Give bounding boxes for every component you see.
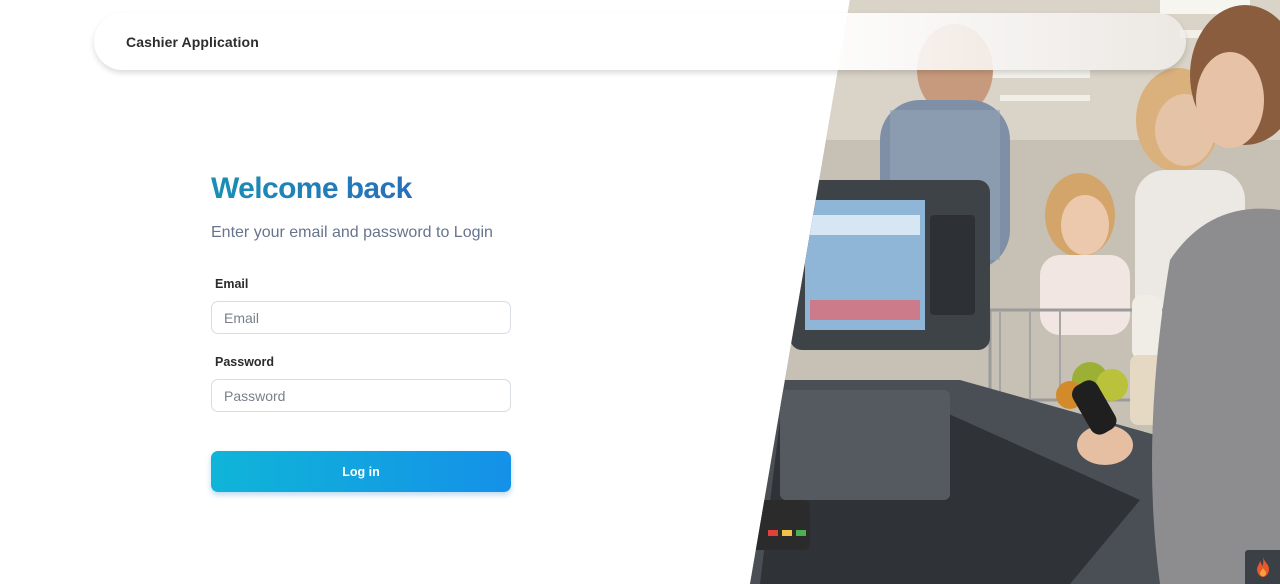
welcome-title: Welcome back	[211, 172, 511, 206]
login-form: Welcome back Enter your email and passwo…	[211, 172, 511, 492]
login-page: Cashier Application Welcome back Enter y…	[0, 0, 1280, 584]
flame-icon	[1256, 557, 1269, 577]
email-input[interactable]	[211, 301, 511, 334]
checkout-photo	[750, 0, 1280, 584]
checkout-photo-illustration	[750, 0, 1280, 584]
login-button[interactable]: Log in	[211, 451, 511, 492]
debug-toolbar-toggle[interactable]	[1245, 550, 1280, 584]
password-label: Password	[215, 355, 275, 369]
email-label: Email	[215, 277, 249, 291]
login-subtitle: Enter your email and password to Login	[211, 224, 493, 241]
app-header: Cashier Application	[94, 13, 1186, 70]
password-input[interactable]	[211, 379, 511, 412]
app-title: Cashier Application	[126, 33, 259, 50]
